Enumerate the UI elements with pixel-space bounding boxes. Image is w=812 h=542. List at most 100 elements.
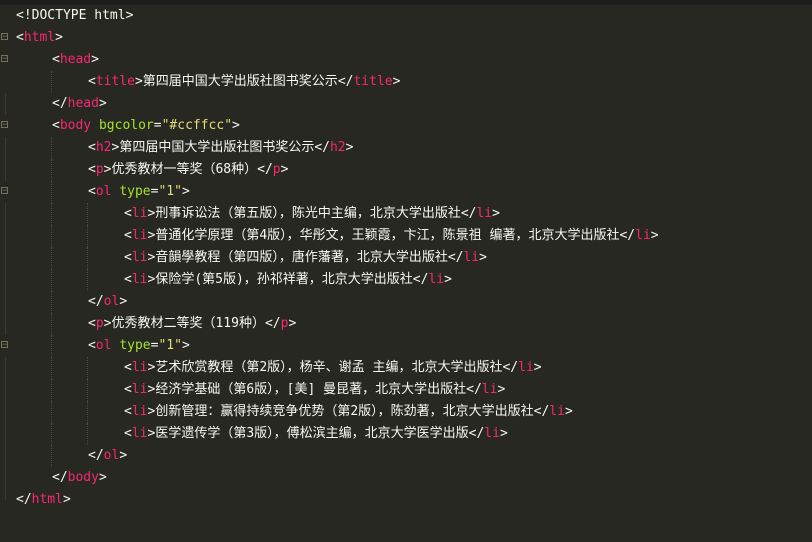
fold-range-line xyxy=(5,357,6,379)
attribute-value: "1" xyxy=(158,184,182,199)
indent-guide xyxy=(87,379,89,401)
attribute-value: "#ccffcc" xyxy=(161,118,233,133)
fold-toggle-icon[interactable]: − xyxy=(1,121,8,130)
indent-guide xyxy=(51,313,53,335)
punctuation: < xyxy=(124,382,132,397)
code-area[interactable]: <!DOCTYPE html> − <html> − <head> <title>第四届中… xyxy=(0,5,812,511)
code-editor[interactable]: <!DOCTYPE html> − <html> − <head> <title>第四届中… xyxy=(0,0,812,542)
code-line[interactable]: <li>医学遗传学（第3版），傅松滨主编，北京大学医学出版</li> xyxy=(0,423,812,445)
code-line[interactable]: <li>创新管理：赢得持续竞争优势（第2版），陈劲著，北京大学出版社</li> xyxy=(0,401,812,423)
punctuation: > xyxy=(55,30,63,45)
punctuation: > xyxy=(119,294,128,309)
code-line[interactable]: <li>音韻學教程（第四版），唐作藩著，北京大学出版社</li> xyxy=(0,247,812,269)
tag-name: li xyxy=(131,426,148,441)
code-line-content: <body bgcolor="#ccffcc"> xyxy=(52,115,240,137)
punctuation: </ xyxy=(257,162,273,177)
tag-name: html xyxy=(31,492,63,507)
code-line-content: <html> xyxy=(16,27,63,49)
indent-guide xyxy=(51,445,53,467)
indent-guide xyxy=(51,203,53,225)
tag-name: html xyxy=(23,30,56,45)
text-content: 第四届中国大学出版社图书奖公示 xyxy=(142,74,338,89)
tag-name: li xyxy=(549,404,565,419)
tag-name: ol xyxy=(103,448,120,463)
code-line[interactable]: <li>普通化学原理（第4版），华彤文，王颖霞，卞江，陈景祖 编著，北京大学出版… xyxy=(0,225,812,247)
fold-range-line xyxy=(5,445,6,467)
fold-range-line xyxy=(5,203,6,225)
code-line[interactable]: </ol> xyxy=(0,291,812,313)
fold-toggle-icon[interactable]: − xyxy=(1,187,8,196)
fold-toggle-icon[interactable]: − xyxy=(1,341,8,350)
code-line[interactable]: <li>保险学(第5版)，孙祁祥著，北京大学出版社</li> xyxy=(0,269,812,291)
tag-name: body xyxy=(67,470,99,485)
tag-name: p xyxy=(95,316,104,331)
code-line[interactable]: − <ol type="1"> xyxy=(0,335,812,357)
code-line[interactable]: − <body bgcolor="#ccffcc"> xyxy=(0,115,812,137)
indent-guide xyxy=(51,247,53,269)
indent-guide xyxy=(51,291,53,313)
code-line-content: <!DOCTYPE html> xyxy=(16,5,133,27)
code-line[interactable]: − <ol type="1"> xyxy=(0,181,812,203)
code-line[interactable]: <li>刑事诉讼法（第五版），陈光中主编，北京大学出版社</li> xyxy=(0,203,812,225)
code-line[interactable]: <li>经济学基础（第6版），[美] 曼昆著，北京大学出版社</li> xyxy=(0,379,812,401)
text-content: 优秀教材二等奖（119种） xyxy=(111,316,265,331)
fold-range-line xyxy=(5,423,6,445)
code-line[interactable]: </html> xyxy=(0,489,812,511)
indent-guide xyxy=(87,423,89,445)
punctuation: < xyxy=(88,162,96,177)
text-content: 优秀教材一等奖（68种） xyxy=(111,162,258,177)
tag-name: p xyxy=(95,162,104,177)
punctuation: </ xyxy=(88,448,104,463)
punctuation: < xyxy=(52,52,60,67)
code-line[interactable]: </body> xyxy=(0,467,812,489)
punctuation: < xyxy=(124,272,132,287)
tag-name: li xyxy=(476,206,493,221)
indent-guide xyxy=(87,401,89,423)
indent-guide xyxy=(51,335,53,357)
tag-name: li xyxy=(481,382,498,397)
indent-guide xyxy=(87,269,89,291)
punctuation: > xyxy=(91,52,99,67)
code-line[interactable]: <title>第四届中国大学出版社图书奖公示</title> xyxy=(0,71,812,93)
fold-range-line xyxy=(5,225,6,247)
fold-range-line xyxy=(5,137,6,159)
code-line[interactable]: </head> xyxy=(0,93,812,115)
code-line[interactable]: − <head> xyxy=(0,49,812,71)
text-content: 音韻學教程（第四版），唐作藩著，北京大学出版社 xyxy=(155,250,448,265)
code-line-content: <li>普通化学原理（第4版），华彤文，王颖霞，卞江，陈景祖 编著，北京大学出版… xyxy=(124,225,659,247)
code-line-content: <li>艺术欣赏教程（第2版），杨辛、谢孟 主编，北京大学出版社</li> xyxy=(124,357,542,379)
code-line[interactable]: <li>艺术欣赏教程（第2版），杨辛、谢孟 主编，北京大学出版社</li> xyxy=(0,357,812,379)
attribute-value: "1" xyxy=(158,338,182,353)
code-line[interactable]: <p>优秀教材二等奖（119种）</p> xyxy=(0,313,812,335)
tag-name: li xyxy=(131,404,148,419)
punctuation: </ xyxy=(460,206,477,221)
fold-toggle-icon[interactable]: − xyxy=(1,55,8,64)
indent-guide xyxy=(51,225,53,247)
code-line[interactable]: − <html> xyxy=(0,27,812,49)
code-line-content: <li>医学遗传学（第3版），傅松滨主编，北京大学医学出版</li> xyxy=(124,423,508,445)
attribute-name: bgcolor xyxy=(98,118,154,133)
indent-guide xyxy=(51,137,53,159)
punctuation: < xyxy=(124,404,132,419)
tag-name: li xyxy=(131,250,148,265)
fold-toggle-icon[interactable]: − xyxy=(1,33,8,42)
code-line-content: <li>刑事诉讼法（第五版），陈光中主编，北京大学出版社</li> xyxy=(124,203,500,225)
tag-name: li xyxy=(131,360,148,375)
punctuation: > xyxy=(345,140,354,155)
code-line-content: </ol> xyxy=(88,291,127,313)
code-line-content: <li>保险学(第5版)，孙祁祥著，北京大学出版社</li> xyxy=(124,269,452,291)
text-content: 艺术欣赏教程（第2版），杨辛、谢孟 主编，北京大学出版社 xyxy=(155,360,503,375)
code-line[interactable]: <p>优秀教材一等奖（68种）</p> xyxy=(0,159,812,181)
tag-name: ol xyxy=(95,338,112,353)
code-line[interactable]: <!DOCTYPE html> xyxy=(0,5,812,27)
tag-name: li xyxy=(131,272,148,287)
tag-name: li xyxy=(131,206,148,221)
punctuation: < xyxy=(16,30,24,45)
tag-name: li xyxy=(635,228,651,243)
punctuation: > xyxy=(497,382,506,397)
punctuation: > xyxy=(98,96,107,111)
punctuation: < xyxy=(124,228,132,243)
code-line[interactable]: <h2>第四届中国大学出版社图书奖公示</h2> xyxy=(0,137,812,159)
tag-name: li xyxy=(463,250,480,265)
code-line[interactable]: </ol> xyxy=(0,445,812,467)
